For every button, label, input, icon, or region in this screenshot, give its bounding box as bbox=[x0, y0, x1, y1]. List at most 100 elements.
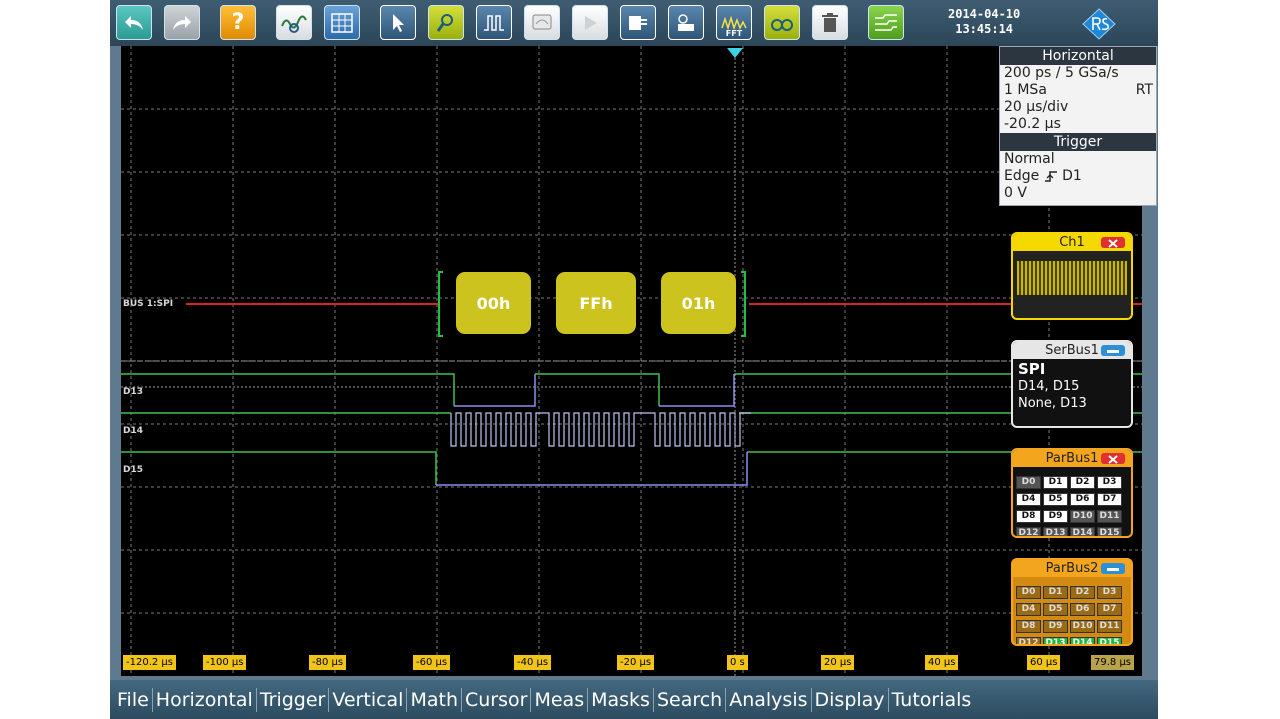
ch1-close-button[interactable] bbox=[1101, 237, 1125, 248]
menu-trigger[interactable]: Trigger bbox=[257, 687, 330, 712]
bit-chip-d13[interactable]: D13 bbox=[1043, 637, 1068, 644]
d13-trace-b bbox=[454, 374, 536, 407]
menu-file[interactable]: File bbox=[114, 687, 153, 712]
bus-frame-0[interactable]: 00h bbox=[456, 272, 531, 334]
bit-row: D12 D13 D14 D15 bbox=[1013, 630, 1131, 644]
d15-trace-b bbox=[436, 452, 748, 486]
undo-button[interactable] bbox=[116, 5, 152, 40]
bus-signal-icon bbox=[875, 13, 897, 31]
record-length-row: 1 MSa RT bbox=[1000, 82, 1156, 99]
menu-cursor[interactable]: Cursor bbox=[462, 687, 532, 712]
undo-arrow-icon bbox=[125, 15, 143, 30]
d15-trace-label: D15 bbox=[123, 465, 143, 475]
menu-meas[interactable]: Meas bbox=[531, 687, 589, 712]
parbus1-header: ParBus1 bbox=[1013, 450, 1131, 467]
grid-layout-button[interactable] bbox=[324, 5, 360, 40]
mask-button[interactable] bbox=[524, 5, 560, 40]
date-time-display: 2014-04-10 13:45:14 bbox=[948, 7, 1020, 37]
horizontal-title: Horizontal bbox=[1000, 47, 1156, 65]
time-axis-label: 20 µs bbox=[821, 655, 855, 670]
trash-icon bbox=[822, 12, 838, 32]
time-axis-label: 0 s bbox=[727, 655, 748, 670]
bit-row: D8 D9 D10 D11 bbox=[1013, 503, 1131, 523]
gate-icon bbox=[678, 13, 694, 31]
waveform-display[interactable]: BUS 1:SPI D13 D14 D15 00h FFh 01h -120.2… bbox=[121, 46, 1142, 676]
close-icon bbox=[1108, 239, 1118, 248]
bit-chip-d15[interactable]: D15 bbox=[1097, 527, 1122, 536]
time-axis-label: 79.8 µs bbox=[1091, 655, 1135, 670]
help-button[interactable]: ? bbox=[220, 5, 256, 40]
redo-button[interactable] bbox=[164, 5, 200, 40]
bit-row: D12 D13 D14 D15 bbox=[1013, 520, 1131, 536]
time-axis-label: -40 µs bbox=[514, 655, 552, 670]
menu-tutorials[interactable]: Tutorials bbox=[889, 688, 975, 712]
bit-chip-d12[interactable]: D12 bbox=[1016, 637, 1041, 644]
minimize-icon bbox=[1107, 568, 1119, 571]
serbus1-minimize-button[interactable] bbox=[1101, 345, 1125, 356]
d13-trace-d bbox=[659, 374, 735, 407]
bit-chip-d14[interactable]: D14 bbox=[1070, 527, 1095, 536]
ch1-preview-waveform bbox=[1017, 261, 1127, 295]
autoset-button[interactable] bbox=[276, 5, 312, 40]
pointer-icon bbox=[393, 13, 404, 32]
hardcopy-button[interactable] bbox=[572, 5, 608, 40]
date-text: 2014-04-10 bbox=[948, 7, 1021, 21]
horizontal-trigger-panel[interactable]: Horizontal 200 ps / 5 GSa/s 1 MSa RT 20 … bbox=[999, 46, 1157, 206]
menu-analysis[interactable]: Analysis bbox=[726, 687, 812, 712]
measure-button[interactable] bbox=[476, 5, 512, 40]
bus-frame-1[interactable]: FFh bbox=[556, 272, 636, 334]
gate-button[interactable] bbox=[668, 5, 704, 40]
menu-display[interactable]: Display bbox=[812, 687, 889, 712]
time-axis-label: 40 µs bbox=[925, 655, 959, 670]
parbus2-signal-icon[interactable]: ParBus2 D0 D1 D2 D3 D4 D5 D6 D7 D8 D9 D10 D11 D12 D13… bbox=[1011, 558, 1133, 646]
trigger-type-row: Edge D1 bbox=[1000, 168, 1156, 185]
parbus2-minimize-button[interactable] bbox=[1101, 563, 1125, 574]
fft-button[interactable]: FFT bbox=[716, 5, 752, 40]
d14-clock-trace bbox=[450, 412, 751, 447]
serbus1-signal-icon[interactable]: SerBus1 SPI D14, D15 None, D13 bbox=[1011, 340, 1133, 428]
bus-frame-2[interactable]: 01h bbox=[661, 272, 736, 334]
zoom-button[interactable] bbox=[428, 5, 464, 40]
time-axis-label: -20 µs bbox=[617, 655, 655, 670]
serbus1-header: SerBus1 bbox=[1013, 342, 1131, 359]
oscilloscope-window: ? FFT 2014-04-10 13:45:14 BUS 1:SPI D13 … bbox=[110, 0, 1158, 719]
trigger-position-marker[interactable] bbox=[727, 48, 743, 58]
search-tool-button[interactable] bbox=[620, 5, 656, 40]
bit-chip-d15[interactable]: D15 bbox=[1097, 637, 1122, 644]
delete-button[interactable] bbox=[812, 5, 848, 40]
brand-logo-icon bbox=[1082, 8, 1116, 40]
bit-chip-d12[interactable]: D12 bbox=[1016, 527, 1041, 536]
parbus1-bit-grid: D0 D1 D2 D3 D4 D5 D6 D7 D8 D9 D10 D11 D12 D13 D14 D15 bbox=[1013, 467, 1131, 536]
bit-row: D0 D1 D2 D3 bbox=[1013, 579, 1131, 599]
bit-row: D0 D1 D2 D3 bbox=[1013, 469, 1131, 489]
ch1-signal-icon[interactable]: Ch1 bbox=[1011, 232, 1133, 320]
time-text: 13:45:14 bbox=[955, 22, 1014, 36]
fft-icon bbox=[721, 15, 747, 30]
time-axis-label: -80 µs bbox=[309, 655, 347, 670]
bit-row: D8 D9 D10 D11 bbox=[1013, 613, 1131, 633]
menu-vertical[interactable]: Vertical bbox=[329, 687, 408, 712]
select-pointer-button[interactable] bbox=[380, 5, 416, 40]
menu-horizontal[interactable]: Horizontal bbox=[153, 687, 257, 712]
bit-row: D4 D5 D6 D7 bbox=[1013, 486, 1131, 506]
main-menu-bar: File Horizontal Trigger Vertical Math Cursor M… bbox=[110, 680, 1158, 719]
menu-search[interactable]: Search bbox=[654, 687, 727, 712]
parbus2-bit-grid: D0 D1 D2 D3 D4 D5 D6 D7 D8 D9 D10 D11 D12 D13 D14 D15 bbox=[1013, 577, 1131, 644]
history-button[interactable] bbox=[764, 5, 800, 40]
zoom-icon bbox=[436, 13, 453, 32]
signal-bus-button[interactable] bbox=[868, 5, 904, 40]
parbus1-close-button[interactable] bbox=[1101, 453, 1125, 464]
parbus1-signal-icon[interactable]: ParBus1 D0 D1 D2 D3 D4 D5 D6 D7 D8 D9 D10 D11 D12 D13… bbox=[1011, 448, 1133, 538]
d13-trace-c bbox=[535, 373, 660, 406]
menu-masks[interactable]: Masks bbox=[588, 687, 654, 712]
history-icon bbox=[771, 18, 793, 31]
serbus1-protocol: SPI bbox=[1018, 360, 1046, 378]
d13-trace-label: D13 bbox=[123, 387, 143, 397]
bit-chip-d13[interactable]: D13 bbox=[1043, 527, 1068, 536]
bit-chip-d14[interactable]: D14 bbox=[1070, 637, 1095, 644]
menu-math[interactable]: Math bbox=[407, 687, 462, 712]
d14-trace-label: D14 bbox=[123, 426, 143, 436]
serbus1-line1: D14, D15 bbox=[1018, 379, 1080, 394]
timebase-text: 20 µs/div bbox=[1004, 99, 1069, 115]
time-axis-label: -120.2 µs bbox=[123, 655, 176, 670]
